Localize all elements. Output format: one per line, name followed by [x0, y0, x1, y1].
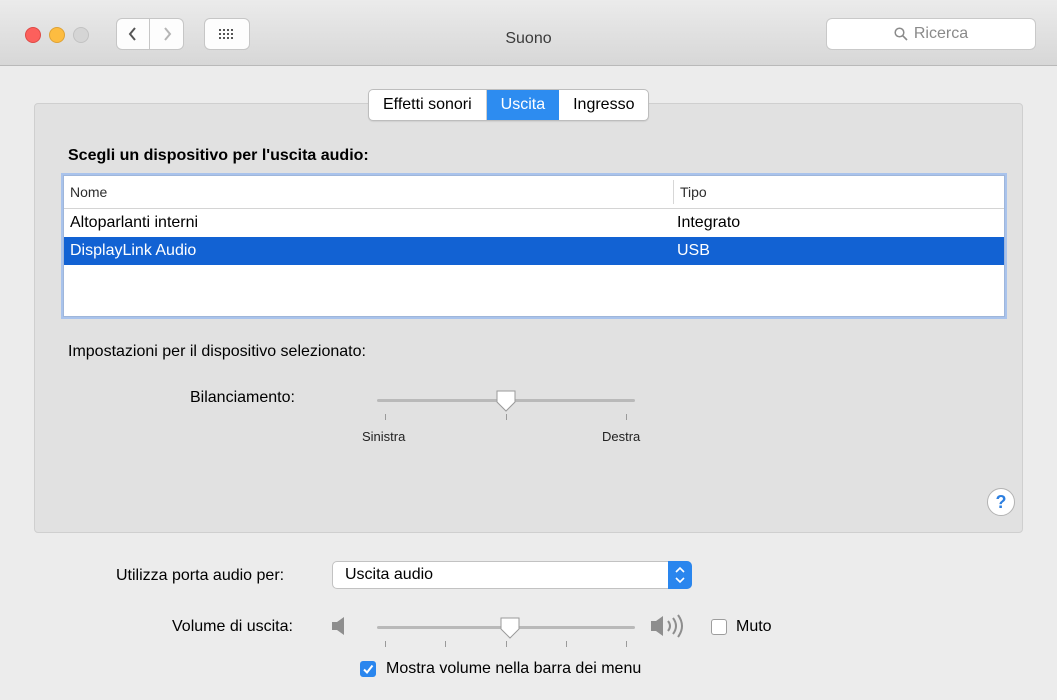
tick-mark: [506, 641, 507, 647]
volume-knob[interactable]: [499, 616, 521, 640]
balance-knob[interactable]: [495, 389, 517, 413]
tick-mark: [506, 414, 507, 420]
show-volume-label: Mostra volume nella barra dei menu: [386, 660, 642, 677]
updown-chevron-icon: [668, 561, 692, 589]
checkmark-icon: [363, 664, 374, 675]
tab-output[interactable]: Uscita: [486, 90, 560, 120]
device-type: USB: [677, 242, 710, 259]
search-field[interactable]: Ricerca: [826, 18, 1036, 50]
audio-port-select[interactable]: Uscita audio: [332, 561, 692, 589]
mute-checkbox[interactable]: [711, 619, 727, 635]
tab-input[interactable]: Ingresso: [559, 90, 648, 120]
volume-label: Volume di uscita:: [172, 618, 293, 635]
speaker-low-icon: [332, 617, 344, 635]
show-volume-checkbox[interactable]: [360, 661, 376, 677]
column-separator: [673, 180, 674, 204]
table-row[interactable]: Altoparlanti interni Integrato: [64, 209, 1004, 237]
tick-mark: [566, 641, 567, 647]
tab-bar: Effetti sonori Uscita Ingresso: [368, 89, 650, 121]
tick-mark: [385, 414, 386, 420]
search-icon: [894, 27, 908, 41]
balance-left-label: Sinistra: [362, 429, 406, 444]
audio-port-label: Utilizza porta audio per:: [116, 567, 285, 584]
tab-sound-effects[interactable]: Effetti sonori: [369, 90, 487, 120]
device-name: DisplayLink Audio: [70, 242, 197, 259]
audio-port-value: Uscita audio: [345, 566, 434, 583]
output-device-table[interactable]: Nome Tipo Altoparlanti interni Integrato…: [63, 175, 1005, 317]
balance-label: Bilanciamento:: [190, 389, 295, 406]
tick-mark: [445, 641, 446, 647]
search-placeholder: Ricerca: [913, 25, 969, 42]
help-button[interactable]: ?: [987, 488, 1015, 516]
tick-mark: [385, 641, 386, 647]
device-type: Integrato: [677, 214, 741, 231]
title-bar: Suono Ricerca: [0, 0, 1057, 66]
tick-mark: [626, 641, 627, 647]
output-panel: [34, 103, 1023, 533]
column-header-type[interactable]: Tipo: [680, 184, 707, 200]
tick-mark: [626, 414, 627, 420]
table-row-selected[interactable]: DisplayLink Audio USB: [64, 237, 1004, 265]
speaker-high-icon: [651, 614, 683, 638]
output-device-heading: Scegli un dispositivo per l'uscita audio…: [68, 147, 369, 164]
device-settings-heading: Impostazioni per il dispositivo selezion…: [68, 343, 366, 360]
balance-right-label: Destra: [602, 429, 641, 444]
column-header-name[interactable]: Nome: [70, 184, 107, 200]
table-header: Nome Tipo: [64, 176, 1004, 209]
mute-label: Muto: [736, 618, 772, 635]
device-name: Altoparlanti interni: [70, 214, 199, 231]
